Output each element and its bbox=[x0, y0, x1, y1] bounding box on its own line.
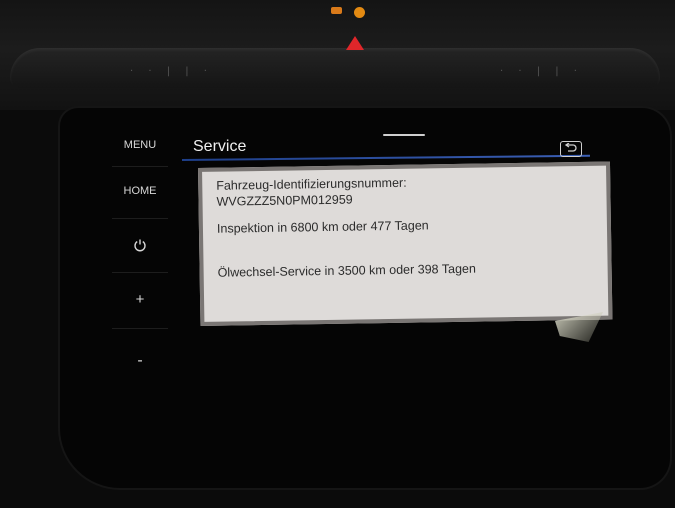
sidebar-divider bbox=[112, 166, 168, 167]
vin-label: Fahrzeug-Identifizierungsnummer: bbox=[216, 175, 407, 193]
airbag-warning-lamp-icon bbox=[354, 7, 365, 18]
service-info-dialog: Fahrzeug-Identifizierungsnummer: WVGZZZ5… bbox=[198, 161, 613, 326]
power-button[interactable] bbox=[110, 238, 170, 255]
home-button[interactable]: HOME bbox=[110, 185, 170, 197]
hazard-warning-icon[interactable] bbox=[346, 36, 364, 50]
oil-service-due-text: Ölwechsel-Service in 3500 km oder 398 Ta… bbox=[217, 261, 476, 280]
seatbelt-warning-lamp-icon bbox=[331, 7, 342, 14]
vent-slats-left: · · | | · bbox=[130, 66, 213, 77]
vin-value: WVGZZZ5N0PM012959 bbox=[216, 192, 353, 209]
power-icon bbox=[134, 239, 146, 252]
back-arrow-icon bbox=[564, 143, 577, 152]
inspection-due-text: Inspektion in 6800 km oder 477 Tagen bbox=[216, 218, 429, 236]
sidebar-divider bbox=[112, 272, 168, 273]
page-title: Service bbox=[193, 138, 247, 155]
sidebar-divider bbox=[112, 218, 168, 219]
vent-slats-right: · · | | · bbox=[500, 66, 583, 77]
menu-button[interactable]: MENU bbox=[110, 139, 170, 151]
drag-handle[interactable] bbox=[383, 134, 425, 136]
volume-down-button[interactable]: - bbox=[110, 352, 170, 370]
back-button[interactable] bbox=[560, 141, 582, 157]
volume-up-button[interactable]: + bbox=[110, 291, 170, 308]
sidebar-divider bbox=[112, 328, 168, 329]
